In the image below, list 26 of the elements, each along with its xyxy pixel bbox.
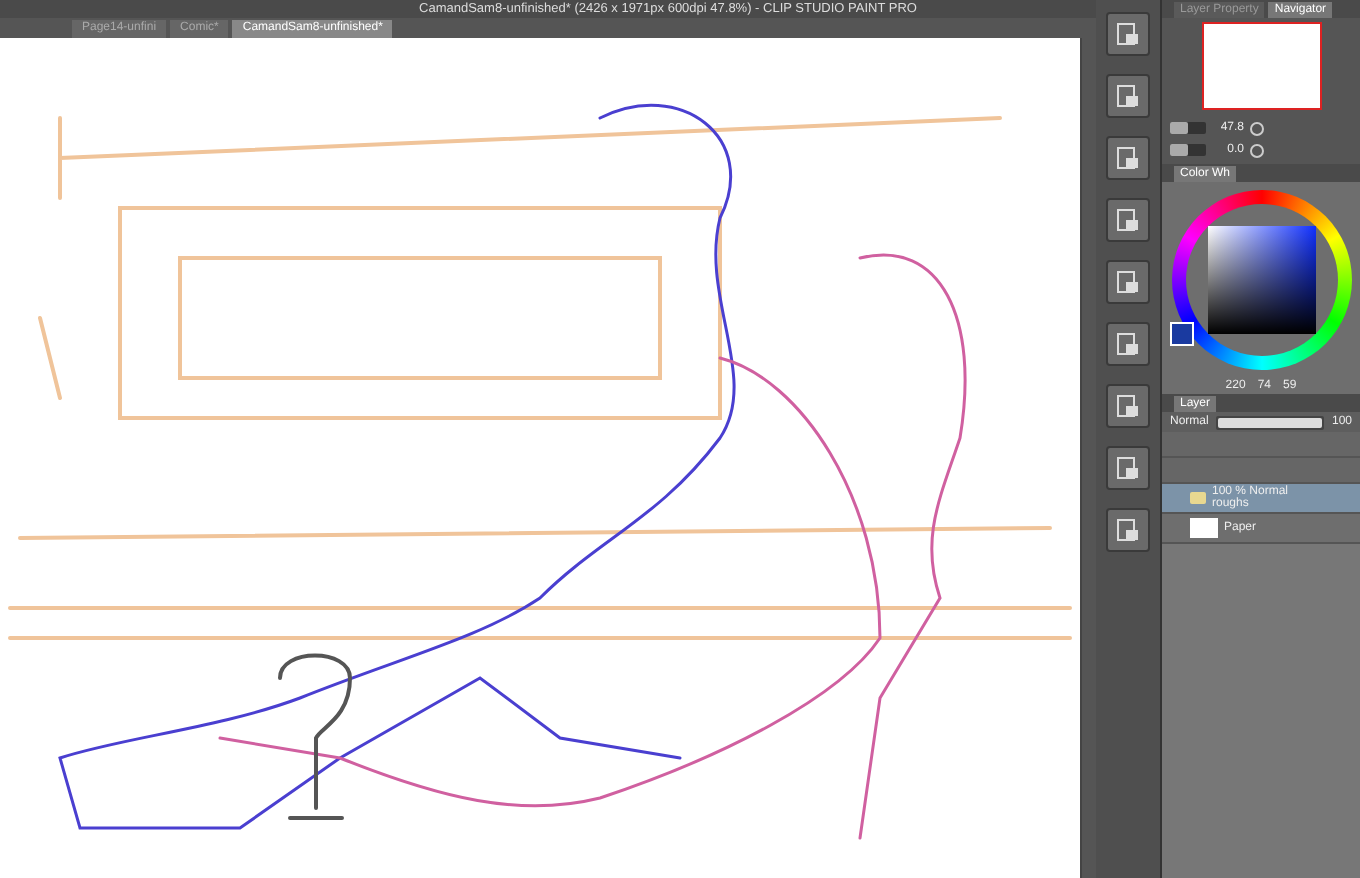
zoom-slider-track[interactable] [1170, 122, 1206, 134]
color-square[interactable] [1207, 226, 1315, 334]
panel-button[interactable] [1106, 322, 1150, 366]
panel-icon [1116, 270, 1140, 294]
panel-button[interactable] [1106, 136, 1150, 180]
rotation-slider-track[interactable] [1170, 144, 1206, 156]
panel-button[interactable] [1106, 260, 1150, 304]
panel-icon [1116, 518, 1140, 542]
scroll-bar[interactable] [1080, 38, 1096, 878]
paper-thumbnail [1190, 518, 1218, 538]
panel-icon [1116, 394, 1140, 418]
panel-button[interactable] [1106, 508, 1150, 552]
panel-icon [1116, 146, 1140, 170]
panel-button[interactable] [1106, 198, 1150, 242]
panel-button[interactable] [1106, 384, 1150, 428]
panel-button[interactable] [1106, 446, 1150, 490]
panel-button[interactable] [1106, 12, 1150, 56]
panel-icon [1116, 22, 1140, 46]
panel-icon [1116, 84, 1140, 108]
folder-icon [1190, 492, 1206, 504]
panel-icon [1116, 456, 1140, 480]
panel-icon [1116, 332, 1140, 356]
panel-button[interactable] [1106, 74, 1150, 118]
panel-icon [1116, 208, 1140, 232]
canvas-thumbnail[interactable] [1201, 22, 1321, 110]
color-swatch[interactable] [1170, 322, 1194, 346]
